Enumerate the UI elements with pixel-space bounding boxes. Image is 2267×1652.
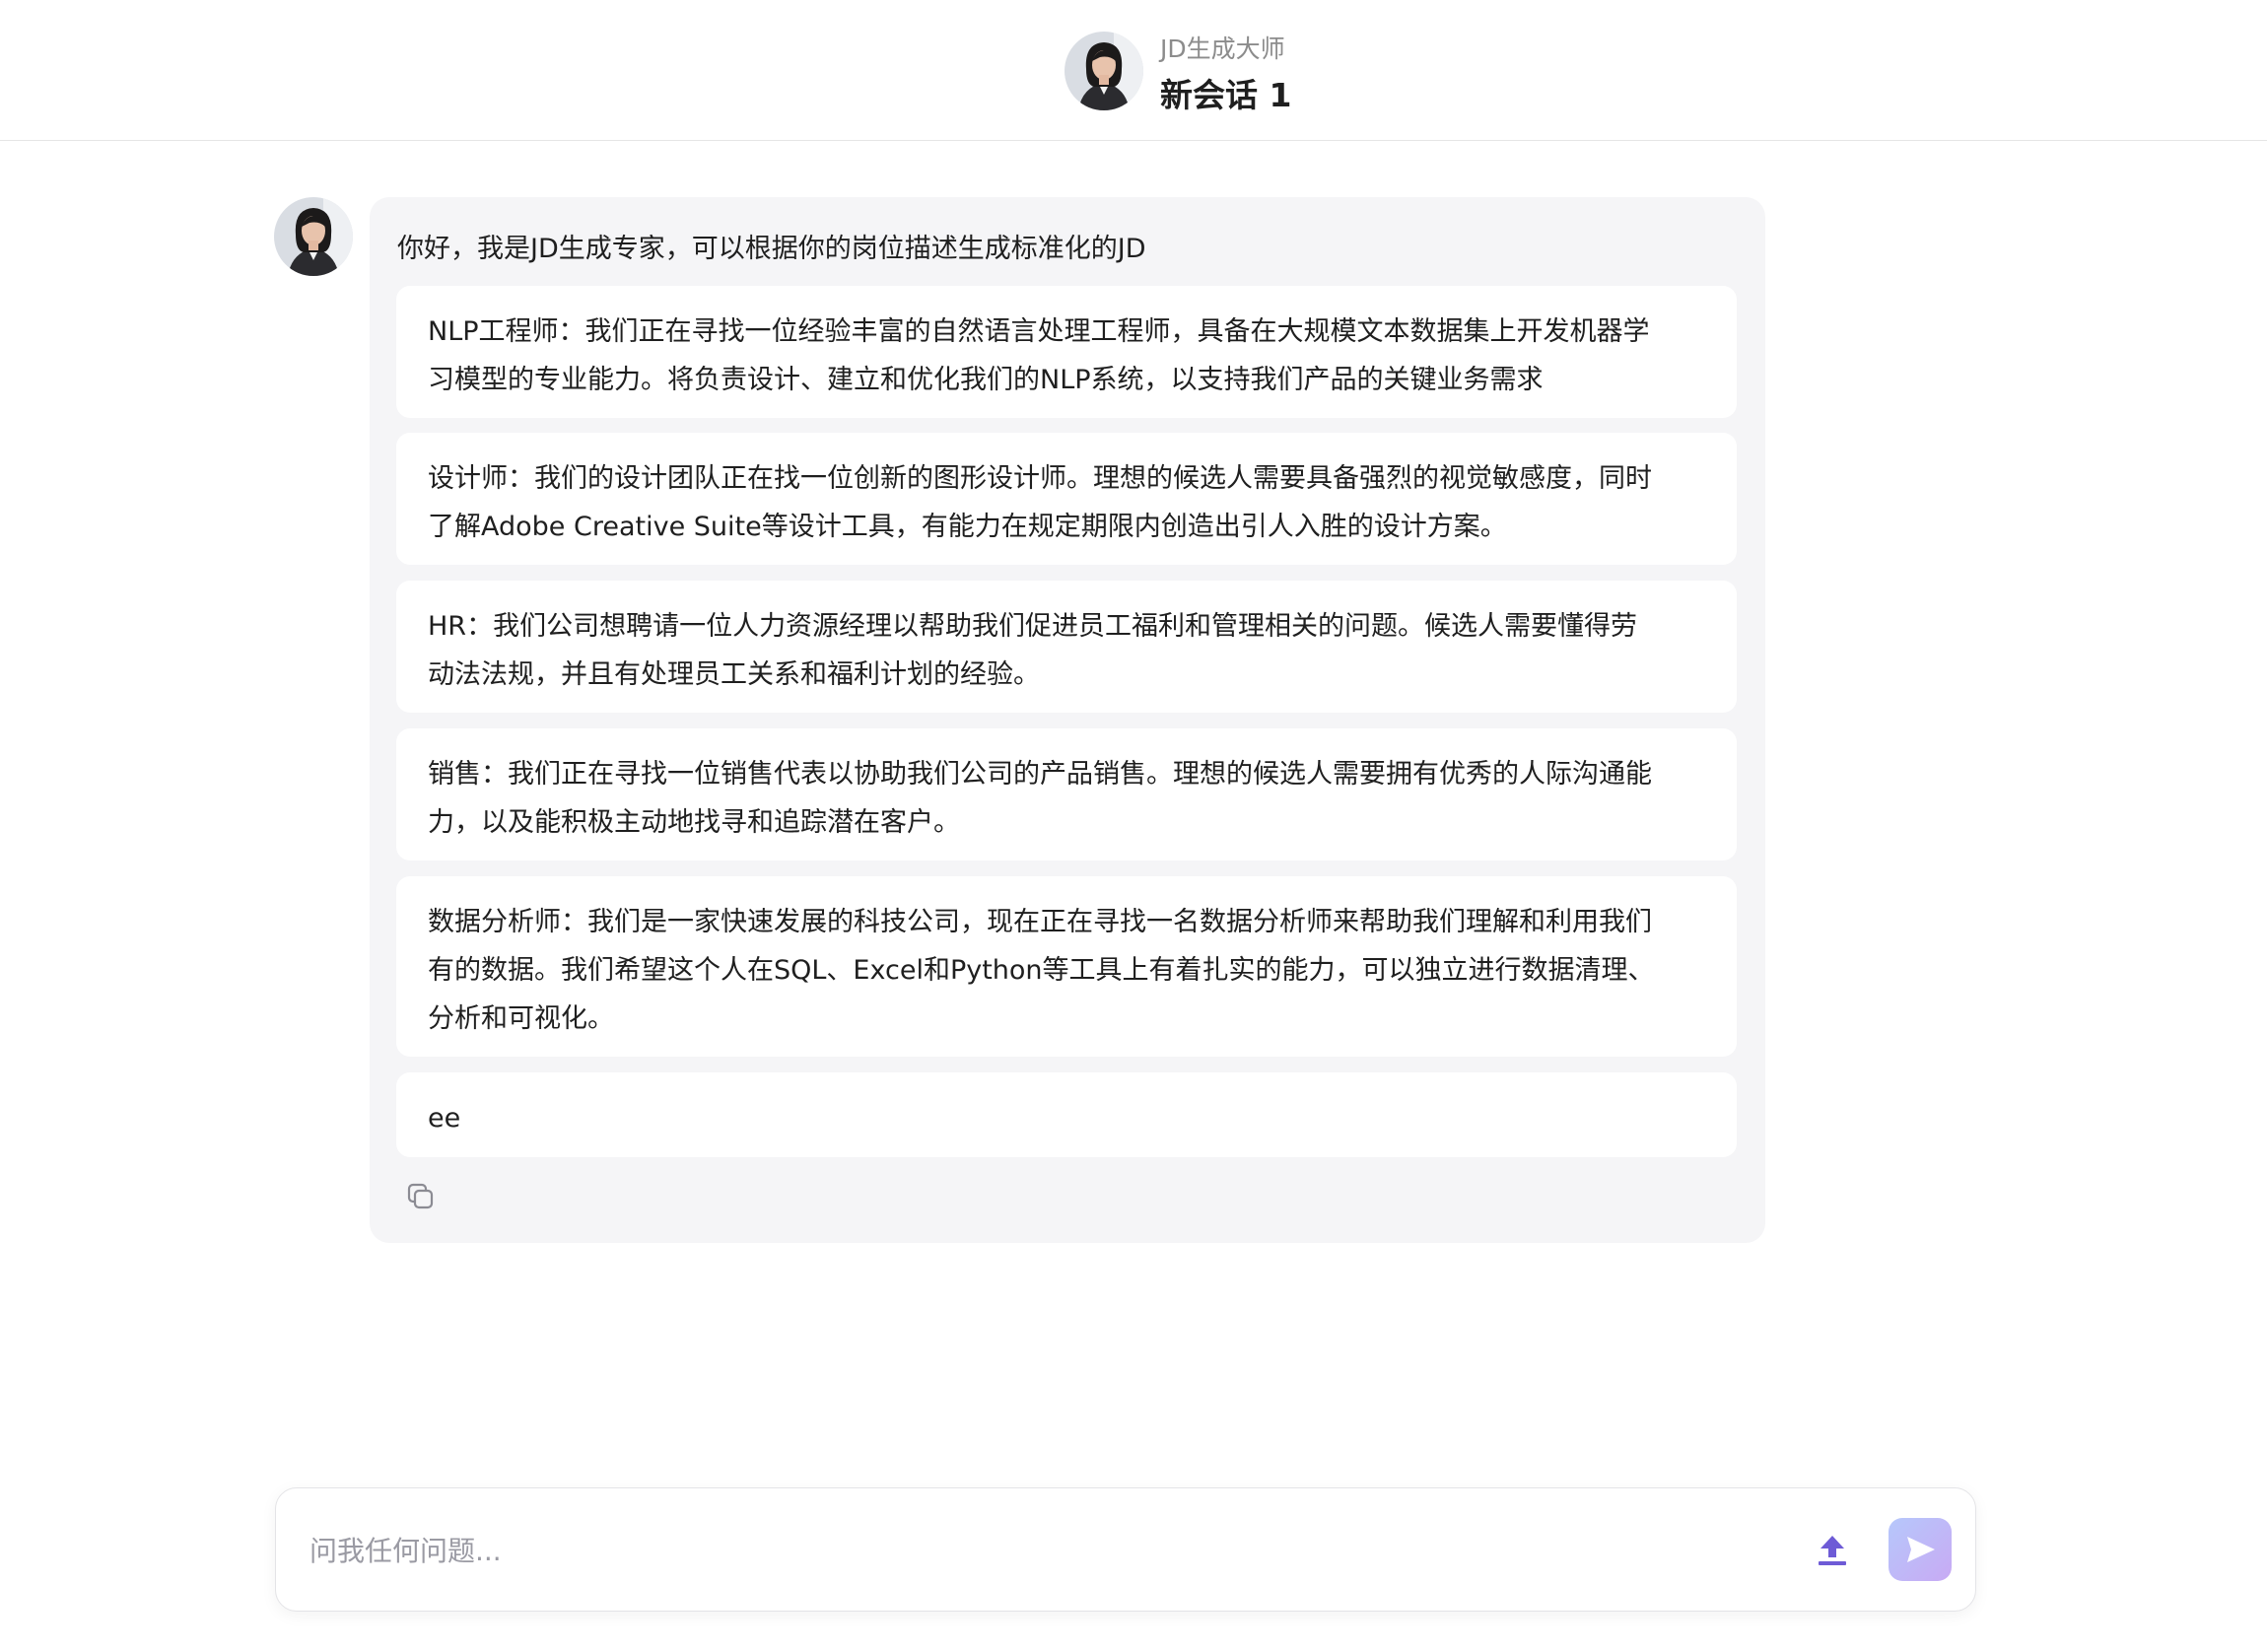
suggestion-card-ee[interactable]: ee (396, 1072, 1737, 1157)
chat-input-bar (275, 1487, 1976, 1612)
upload-icon (1819, 1536, 1846, 1565)
suggestion-card-hr[interactable]: HR：我们公司想聘请一位人力资源经理以帮助我们促进员工福利和管理相关的问题。候选… (396, 581, 1737, 713)
suggestion-line: 了解Adobe Creative Suite等设计工具，有能力在规定期限内创造出… (428, 512, 1507, 542)
avatar-woman-icon (274, 197, 353, 276)
suggestion-line: 力，以及能积极主动地找寻和追踪潜在客户。 (428, 807, 960, 838)
copy-icon[interactable] (405, 1181, 437, 1212)
suggestion-line: HR：我们公司想聘请一位人力资源经理以帮助我们促进员工福利和管理相关的问题。候选… (428, 611, 1638, 642)
conversation-title: 新会话 1 (1160, 76, 1292, 114)
chat-input[interactable] (308, 1524, 1751, 1577)
suggestion-line: 习模型的专业能力。将负责设计、建立和优化我们的NLP系统，以支持我们产品的关键业… (428, 365, 1544, 395)
suggestion-line: 有的数据。我们希望这个人在SQL、Excel和Python等工具上有着扎实的能力… (428, 955, 1655, 986)
suggestion-card-data-analyst[interactable]: 数据分析师：我们是一家快速发展的科技公司，现在正在寻找一名数据分析师来帮助我们理… (396, 876, 1737, 1057)
greeting-text: 你好，我是JD生成专家，可以根据你的岗位描述生成标准化的JD (397, 234, 1146, 264)
suggestion-line: 数据分析师：我们是一家快速发展的科技公司，现在正在寻找一名数据分析师来帮助我们理… (428, 907, 1652, 937)
suggestion-card-sales[interactable]: 销售：我们正在寻找一位销售代表以协助我们公司的产品销售。理想的候选人需要拥有优秀… (396, 728, 1737, 860)
suggestion-card-designer[interactable]: 设计师：我们的设计团队正在找一位创新的图形设计师。理想的候选人需要具备强烈的视觉… (396, 433, 1737, 565)
suggestion-line: 设计师：我们的设计团队正在找一位创新的图形设计师。理想的候选人需要具备强烈的视觉… (428, 463, 1652, 494)
suggestion-line: 动法法规，并且有处理员工关系和福利计划的经验。 (428, 659, 1040, 690)
message-avatar (274, 197, 353, 276)
suggestion-line: 分析和可视化。 (428, 1003, 614, 1034)
suggestion-line: 销售：我们正在寻找一位销售代表以协助我们公司的产品销售。理想的候选人需要拥有优秀… (428, 759, 1652, 790)
assistant-name: JD生成大师 (1160, 34, 1285, 63)
assistant-avatar (1065, 32, 1143, 110)
avatar-woman-icon (1065, 32, 1143, 110)
suggestion-card-nlp[interactable]: NLP工程师：我们正在寻找一位经验丰富的自然语言处理工程师，具备在大规模文本数据… (396, 286, 1737, 418)
suggestion-line: NLP工程师：我们正在寻找一位经验丰富的自然语言处理工程师，具备在大规模文本数据… (428, 316, 1650, 347)
upload-button[interactable] (1809, 1527, 1856, 1574)
assistant-message: 你好，我是JD生成专家，可以根据你的岗位描述生成标准化的JD NLP工程师：我们… (370, 197, 1765, 1243)
send-button[interactable] (1889, 1518, 1952, 1581)
send-icon (1907, 1537, 1935, 1562)
suggestion-line: ee (428, 1103, 461, 1134)
chat-header: JD生成大师 新会话 1 (0, 0, 2267, 141)
